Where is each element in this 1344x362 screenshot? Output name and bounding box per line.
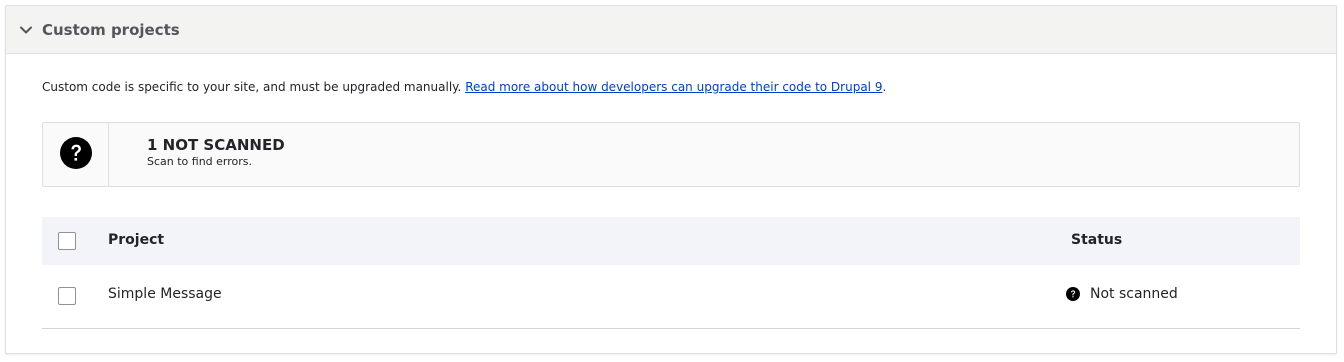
description-text: Custom code is specific to your site, an…: [42, 80, 886, 94]
summary-subtext: Scan to find errors.: [147, 155, 253, 168]
scan-summary: 1 NOT SCANNED Scan to find errors.: [42, 122, 1300, 187]
project-name: Simple Message: [108, 286, 222, 302]
panel-header-toggle[interactable]: Custom projects: [6, 6, 1336, 54]
custom-projects-panel: Custom projects Custom code is specific …: [5, 5, 1337, 354]
question-circle-icon: [1066, 287, 1080, 301]
table-row: Simple Message Not scanned: [42, 265, 1300, 329]
summary-text: 1 NOT SCANNED Scan to find errors.: [109, 123, 285, 186]
panel-title: Custom projects: [42, 20, 180, 39]
select-all-checkbox[interactable]: [58, 232, 76, 250]
column-header-project[interactable]: Project: [108, 232, 164, 248]
table-header: Project Status: [42, 217, 1300, 265]
projects-table: Project Status Simple Message Not scanne…: [42, 217, 1300, 329]
upgrade-docs-link[interactable]: Read more about how developers can upgra…: [465, 80, 882, 94]
summary-icon-cell: [43, 123, 109, 186]
summary-heading: 1 NOT SCANNED: [147, 136, 285, 154]
description-body: Custom code is specific to your site, an…: [42, 80, 466, 94]
column-header-status[interactable]: Status: [1071, 232, 1122, 248]
question-circle-icon: [59, 136, 92, 173]
chevron-down-icon: [19, 23, 33, 37]
status-cell: Not scanned: [1066, 286, 1178, 302]
status-label: Not scanned: [1090, 286, 1178, 302]
description-trailing: .: [882, 80, 887, 94]
row-select-checkbox[interactable]: [58, 287, 76, 305]
